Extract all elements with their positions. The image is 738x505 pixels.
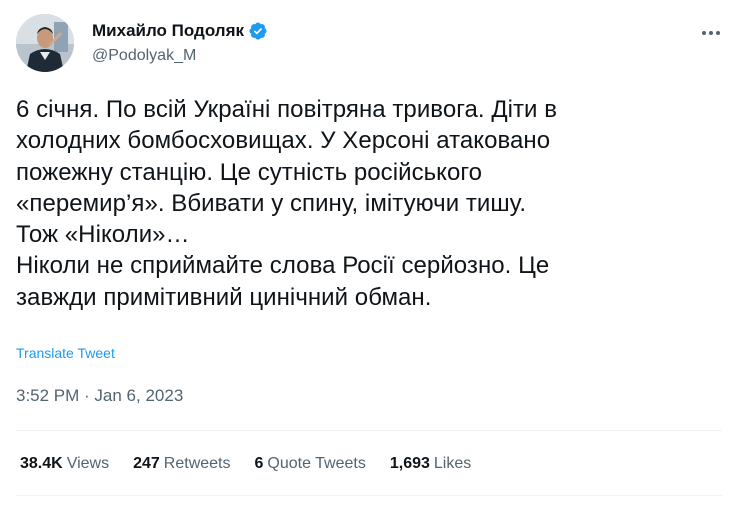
quote-tweets-count: 6 [254,455,264,472]
views-count: 38.4K [20,455,63,472]
tweet-stats: 38.4K Views 247 Retweets 6 Quote Tweets 1,6… [20,453,495,475]
likes-count: 1,693 [389,455,430,472]
avatar[interactable] [16,14,74,72]
divider-top [16,430,722,431]
tweet-timestamp[interactable]: 3:52 PM · Jan 6, 2023 [16,386,183,406]
more-options-icon[interactable] [700,22,722,44]
retweets-count: 247 [133,455,160,472]
tweet: Михайло Подоляк @Podolyak_M 6 січня. По … [0,0,738,505]
display-name[interactable]: Михайло Подоляк [92,20,244,42]
views-label: Views [66,455,110,472]
stat-retweets[interactable]: 247 Retweets [133,453,230,475]
quote-tweets-label: Quote Tweets [267,455,366,472]
tweet-text: 6 січня. По всій Україні повітряна триво… [16,96,558,311]
stat-quote-tweets[interactable]: 6 Quote Tweets [255,453,366,475]
verified-badge-icon [248,21,268,41]
retweets-label: Retweets [163,455,231,472]
stat-likes[interactable]: 1,693 Likes [390,453,471,475]
likes-label: Likes [433,455,472,472]
stat-views[interactable]: 38.4K Views [20,453,109,475]
author-handle[interactable]: @Podolyak_M [92,45,268,67]
divider-bottom [16,495,722,496]
display-name-row: Михайло Подоляк [92,20,268,42]
avatar-image [16,14,74,72]
translate-tweet-link[interactable]: Translate Tweet [16,345,115,361]
author-names: Михайло Подоляк @Podolyak_M [92,20,268,67]
tweet-header: Михайло Подоляк @Podolyak_M [16,14,722,72]
